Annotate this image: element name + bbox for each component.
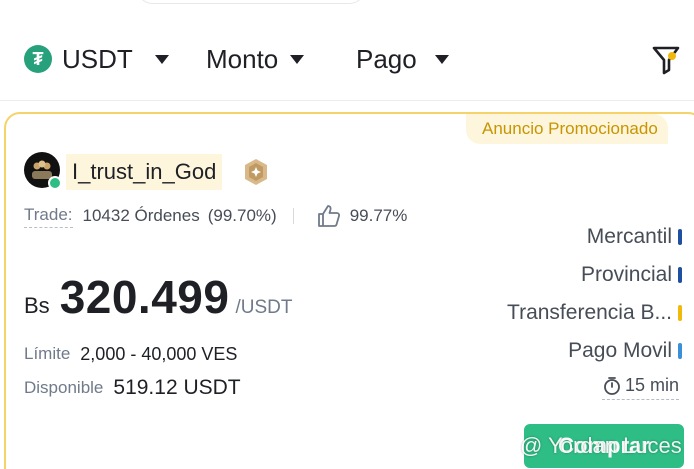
thumbs-up-icon [317,205,340,227]
payment-method-color-bar [678,343,682,359]
limit-row: Límite 2,000 - 40,000 VES [24,340,237,368]
price-unit: /USDT [235,297,293,318]
payment-method-name: Mercantil [586,225,672,248]
price-value: 320.499 [59,271,230,323]
price: Bs 320.499 /USDT [24,270,292,324]
filter-bar: ₮ USDT Monto Pago [0,28,694,94]
payment-method-color-bar [678,305,682,321]
available-row: Disponible 519.12 USDT [24,374,241,402]
time-limit-value: 15 min [625,375,680,395]
payment-method-name: Provincial [580,263,672,286]
payment-time-limit[interactable]: 15 min [602,372,680,400]
positive-feedback-rate: 99.77% [349,206,408,225]
online-status-dot [48,176,62,190]
completion-rate: (99.70%) [207,206,277,225]
available-label: Disponible [24,378,104,397]
tether-icon: ₮ [24,45,52,73]
merchant-name[interactable]: I_trust_in_God [66,154,223,190]
amount-filter-label: Monto [206,43,279,74]
filter-icon[interactable] [652,42,682,76]
verified-merchant-badge-icon [242,158,270,186]
merchant-stats: Trade: 10432 Órdenes (99.70%) 99.77% [24,203,407,229]
asset-filter-label: USDT [62,43,133,74]
payment-method: Provincial [442,256,682,294]
amount-filter[interactable]: Monto [206,42,305,76]
payment-method-color-bar [678,267,682,283]
caret-down-icon [434,54,449,64]
limit-value: 2,000 - 40,000 VES [80,343,238,364]
stopwatch-icon [604,376,620,395]
payment-method: Pago Movil [442,332,682,370]
payment-method: Mercantil [442,218,682,256]
trade-label[interactable]: Trade: [24,205,73,228]
caret-down-icon [290,54,305,64]
payment-methods: Mercantil Provincial Transferencia B... … [442,218,682,370]
order-count: 10432 Órdenes [82,206,200,225]
price-currency: Bs [24,293,50,318]
payment-filter-label: Pago [356,43,417,74]
search-bar-edge[interactable] [136,0,366,4]
payment-method: Transferencia B... [442,294,682,332]
asset-filter[interactable]: ₮ USDT [24,42,169,76]
stats-separator [292,208,294,224]
promoted-ad-badge: Anuncio Promocionado [466,114,668,144]
buy-button[interactable]: Comprar [524,424,684,468]
payment-method-name: Pago Movil [568,339,672,362]
filter-active-dot [668,52,676,60]
payment-method-color-bar [678,229,682,245]
payment-method-name: Transferencia B... [507,301,672,324]
divider [0,100,694,101]
payment-filter[interactable]: Pago [356,42,449,76]
available-value: 519.12 USDT [113,376,241,399]
caret-down-icon [154,54,169,64]
limit-label: Límite [24,344,71,363]
